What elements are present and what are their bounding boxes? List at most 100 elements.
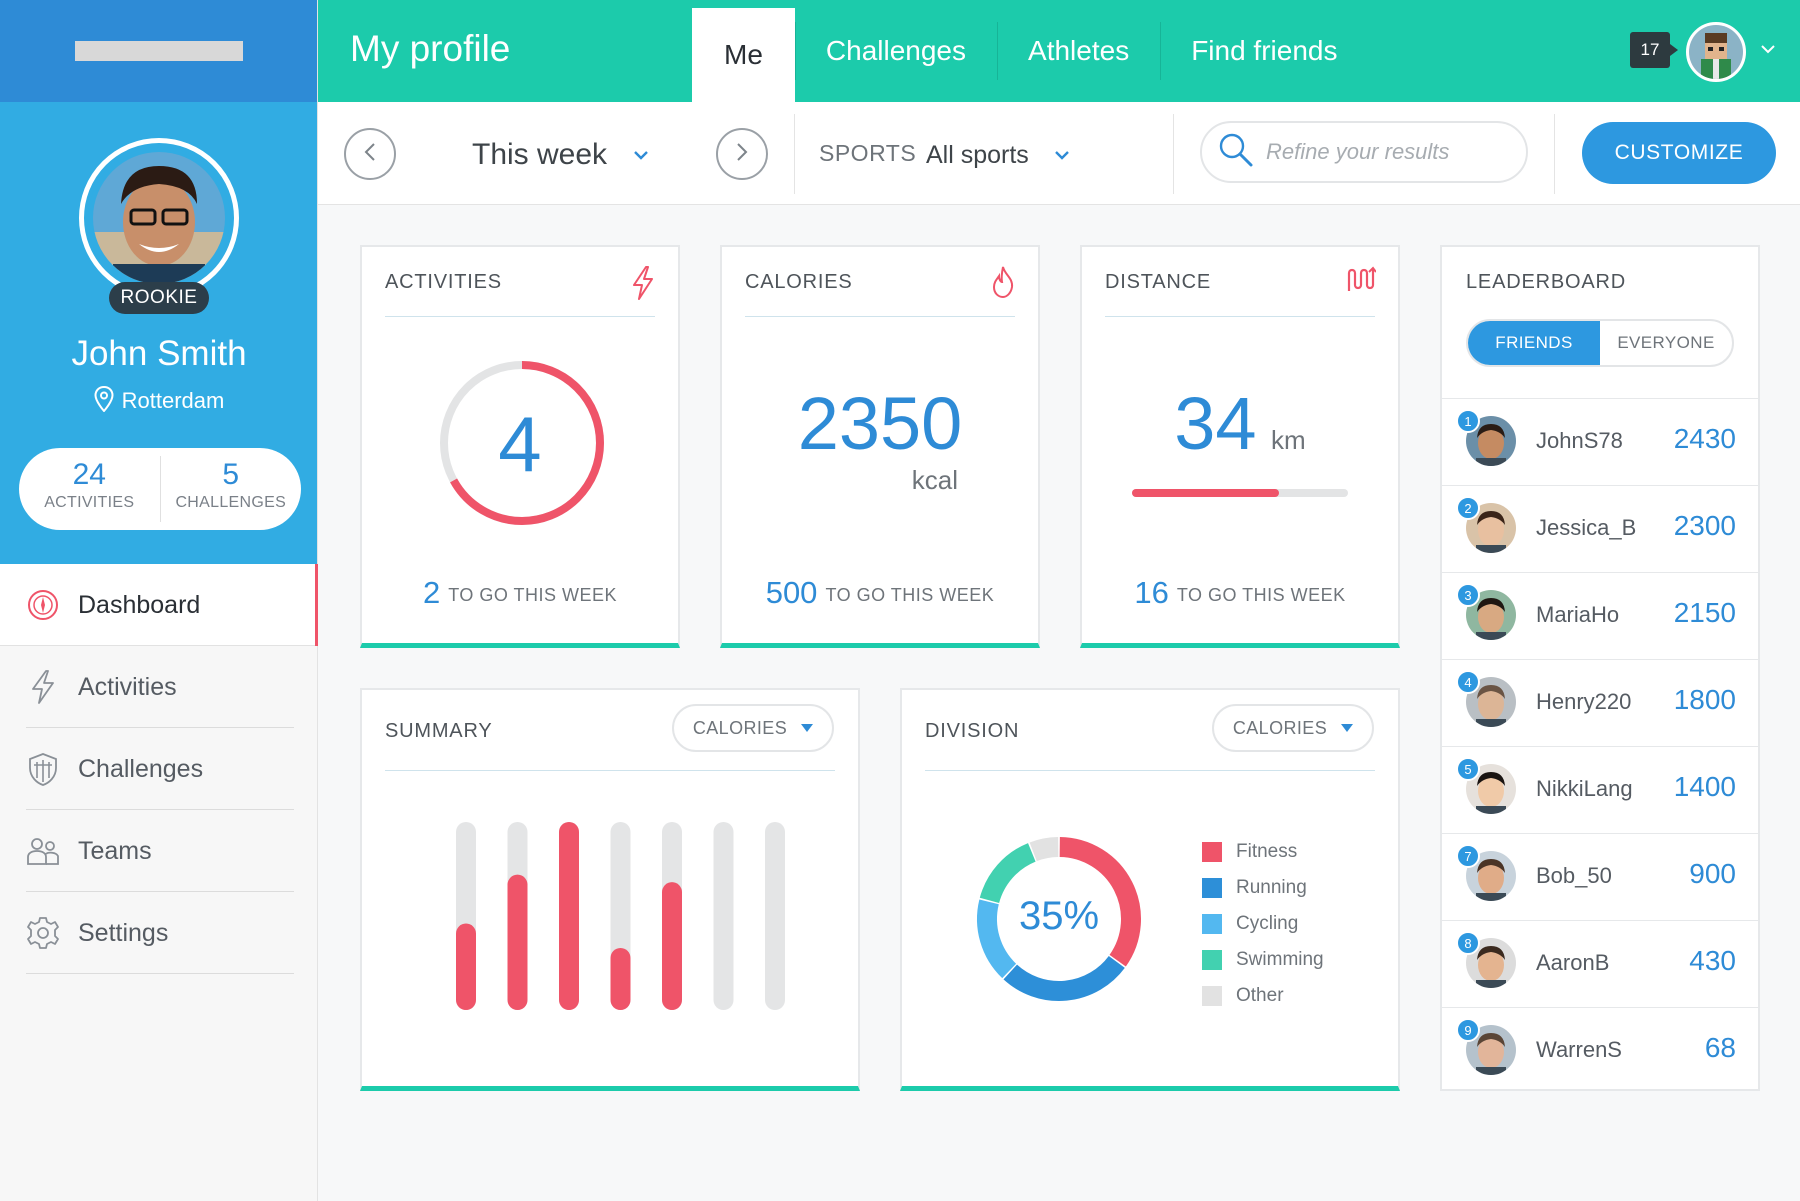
slice-running[interactable]	[1003, 955, 1125, 1001]
leaderboard-title: LEADERBOARD	[1466, 271, 1626, 293]
gear-icon	[26, 916, 60, 950]
legend-item: Swimming	[1202, 942, 1324, 978]
leaderboard-row[interactable]: 2 Jessica_B 2300	[1442, 485, 1758, 572]
sidebar-item-challenges[interactable]: Challenges	[0, 728, 318, 810]
bar-th[interactable]	[610, 947, 631, 1010]
sidebar-item-dashboard[interactable]: Dashboard	[0, 564, 318, 646]
leaderboard-row[interactable]: 7 Bob_50 900	[1442, 833, 1758, 920]
chevron-down-icon	[1054, 138, 1070, 167]
toggle-everyone[interactable]: EVERYONE	[1600, 321, 1732, 365]
summary-bar-chart: MOTUWETHFRSASU	[456, 822, 785, 1010]
distance-remaining: 16 TO GO THIS WEEK	[1082, 575, 1398, 611]
sidebar-item-teams[interactable]: Teams	[0, 810, 318, 892]
remaining-label: TO GO THIS WEEK	[1176, 585, 1346, 605]
sidebar-item-label: Settings	[78, 918, 169, 947]
profile-avatar[interactable]	[79, 138, 239, 298]
rank-badge: 8	[1456, 931, 1480, 955]
sidebar-nav: Dashboard Activities Challenges Teams Se…	[0, 564, 318, 974]
leaderboard-row[interactable]: 5 NikkiLang 1400	[1442, 746, 1758, 833]
calories-card: CALORIES 2350 kcal 500 TO GO THIS WEEK	[720, 245, 1040, 648]
leaderboard-row[interactable]: 4 Henry220 1800	[1442, 659, 1758, 746]
remaining-label: TO GO THIS WEEK	[825, 585, 995, 605]
sidebar-item-settings[interactable]: Settings	[0, 892, 318, 974]
team-icon	[26, 834, 60, 868]
tab-challenges[interactable]: Challenges	[794, 0, 997, 102]
slice-other[interactable]	[1029, 837, 1059, 862]
bar-fr[interactable]	[662, 882, 682, 1010]
legend-label: Other	[1236, 985, 1284, 1006]
remaining-value: 2	[422, 575, 441, 610]
profile-stats: 24 ACTIVITIES 5 CHALLENGES	[19, 448, 301, 530]
toggle-friends[interactable]: FRIENDS	[1468, 321, 1600, 365]
activities-card: ACTIVITIES 4 2 TO GO THIS WEEK	[360, 245, 680, 648]
rank-badge: 4	[1456, 670, 1480, 694]
next-week-button[interactable]	[716, 128, 768, 180]
rank-badge: 2	[1456, 496, 1480, 520]
leaderboard-row[interactable]: 3 MariaHo 2150	[1442, 572, 1758, 659]
rank-badge: 9	[1456, 1018, 1480, 1042]
bar-tu[interactable]	[507, 874, 528, 1010]
legend-swatch	[1202, 914, 1222, 934]
leaderboard-username: Jessica_B	[1536, 515, 1637, 540]
caret-down-icon	[1341, 724, 1354, 732]
card-divider	[1105, 316, 1375, 317]
bar-mo[interactable]	[456, 923, 476, 1010]
sidebar-item-activities[interactable]: Activities	[0, 646, 318, 728]
shield-icon	[26, 752, 60, 786]
customize-button[interactable]: CUSTOMIZE	[1582, 122, 1776, 184]
notification-badge[interactable]: 17	[1630, 32, 1678, 68]
location-pin-icon	[94, 385, 114, 418]
logo-bar	[0, 0, 317, 102]
donut-center-label: 35%	[1018, 894, 1100, 938]
chevron-down-icon	[633, 134, 649, 168]
sports-value: All sports	[926, 141, 1029, 169]
card-divider	[745, 316, 1015, 317]
stat-activities[interactable]: 24 ACTIVITIES	[19, 448, 160, 530]
prev-week-button[interactable]	[344, 128, 396, 180]
rank-badge: 1	[1456, 409, 1480, 433]
activities-count: 4	[498, 400, 542, 488]
profile-city-label: Rotterdam	[121, 388, 225, 413]
summary-card: SUMMARY CALORIES MOTUWETHFRSASU	[360, 688, 860, 1091]
rank-badge: ROOKIE	[109, 282, 209, 314]
distance-value: 34 km	[1082, 381, 1398, 466]
division-metric-select[interactable]: CALORIES	[1212, 704, 1374, 752]
sports-select[interactable]: All sports	[926, 138, 1070, 170]
legend-swatch	[1202, 950, 1222, 970]
bar-track	[713, 822, 734, 1010]
leaderboard-toggle: FRIENDS EVERYONE	[1466, 319, 1734, 367]
leaderboard-row[interactable]: 8 AaronB 430	[1442, 920, 1758, 1007]
divider	[1173, 114, 1174, 194]
division-legend: Fitness Running Cycling Swimming Other	[1202, 834, 1324, 1014]
leaderboard-row[interactable]: 9 WarrenS 68	[1442, 1007, 1758, 1094]
divider	[1554, 114, 1555, 194]
legend-label: Running	[1236, 877, 1307, 898]
leaderboard-username: AaronB	[1536, 950, 1610, 975]
search-input[interactable]	[1266, 139, 1506, 165]
distance-progress-fill	[1132, 489, 1279, 497]
card-divider	[385, 316, 655, 317]
sidebar-item-label: Challenges	[78, 754, 204, 783]
tab-find-friends[interactable]: Find friends	[1160, 0, 1368, 102]
period-select[interactable]: This week	[472, 134, 649, 172]
stat-challenges[interactable]: 5 CHALLENGES	[159, 456, 302, 522]
card-title: DIVISION	[925, 720, 1020, 742]
chevron-right-icon	[734, 142, 750, 167]
tab-me[interactable]: Me	[692, 8, 795, 102]
bar-we[interactable]	[559, 822, 579, 1010]
compass-icon	[26, 588, 60, 622]
app-logo[interactable]	[74, 41, 243, 61]
sidebar: ROOKIE John Smith Rotterdam 24 ACTIVITIE…	[0, 0, 318, 1201]
user-menu-avatar[interactable]	[1686, 22, 1746, 82]
card-title: CALORIES	[745, 271, 853, 293]
sidebar-item-label: Activities	[78, 672, 177, 701]
distance-number: 34	[1174, 382, 1257, 465]
leaderboard-score: 2430	[1673, 423, 1736, 454]
remaining-value: 500	[765, 575, 818, 610]
tab-bar: Me Challenges Athletes Find friends	[692, 0, 1368, 102]
tab-athletes[interactable]: Athletes	[997, 0, 1160, 102]
divider	[794, 114, 795, 194]
search-box	[1200, 121, 1528, 183]
chevron-down-icon[interactable]	[1760, 42, 1776, 60]
leaderboard-row[interactable]: 1 JohnS78 2430	[1442, 398, 1758, 485]
